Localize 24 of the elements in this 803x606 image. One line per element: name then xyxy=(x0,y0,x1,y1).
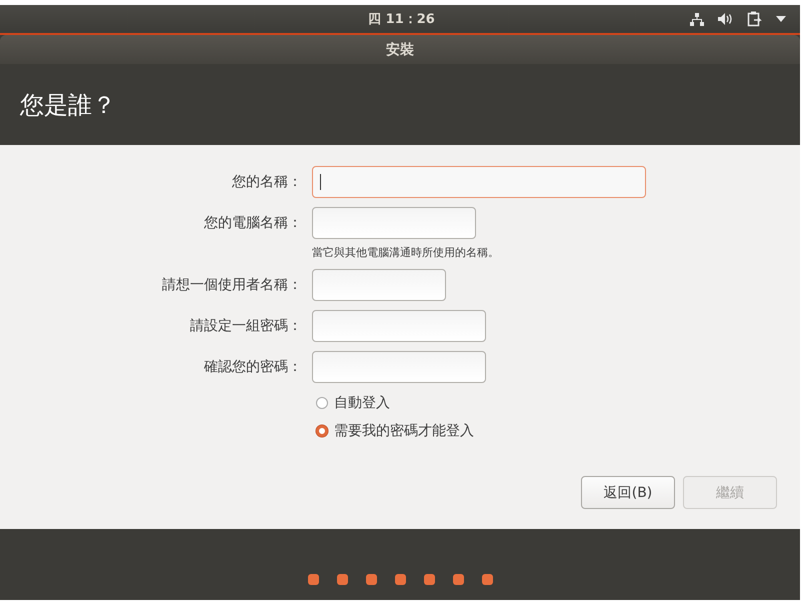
clock[interactable]: 四 11：26 xyxy=(368,10,435,28)
window-title: 安裝 xyxy=(386,40,414,58)
radio-button[interactable] xyxy=(316,425,328,437)
field-label: 您的名稱： xyxy=(232,173,302,192)
input-field[interactable] xyxy=(312,310,486,342)
radio-button[interactable] xyxy=(316,397,328,409)
radio-option[interactable]: 需要我的密碼才能登入 xyxy=(316,422,800,440)
field-label: 您的電腦名稱： xyxy=(204,214,302,233)
caret-icon[interactable] xyxy=(776,16,786,22)
back-button[interactable]: 返回(B) xyxy=(581,476,675,509)
field-label: 請想一個使用者名稱： xyxy=(162,276,302,295)
hint-text: 當它與其他電腦溝通時所使用的名稱。 xyxy=(312,245,500,260)
text-cursor xyxy=(320,174,321,190)
network-icon[interactable] xyxy=(690,12,704,26)
field-label: 確認您的密碼： xyxy=(204,358,302,377)
input-field[interactable] xyxy=(312,351,486,383)
clipboard-icon[interactable] xyxy=(747,11,762,27)
input-field[interactable] xyxy=(312,166,646,198)
radio-option[interactable]: 自動登入 xyxy=(316,394,800,412)
input-field[interactable] xyxy=(312,207,476,239)
field-label: 請設定一組密碼： xyxy=(190,317,302,336)
input-field[interactable] xyxy=(312,269,446,301)
volume-icon[interactable] xyxy=(718,13,733,25)
page-heading: 您是誰？ xyxy=(20,90,116,120)
